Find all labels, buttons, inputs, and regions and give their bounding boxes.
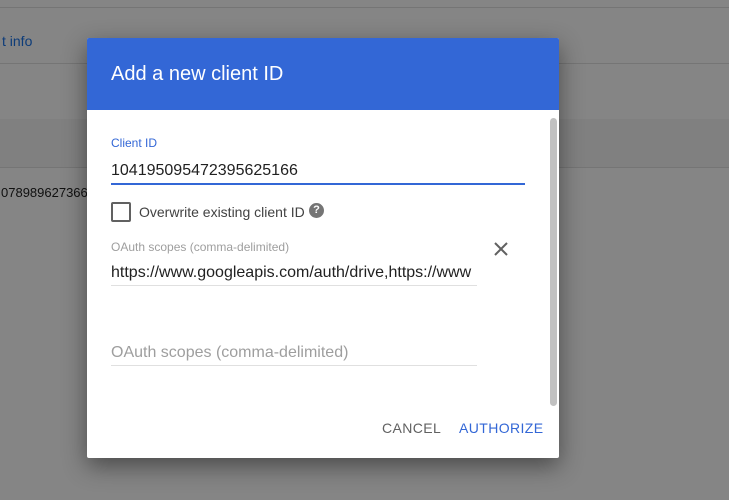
authorize-button[interactable]: AUTHORIZE (459, 420, 544, 436)
help-icon[interactable]: ? (309, 203, 324, 218)
client-id-label: Client ID (111, 136, 158, 150)
overwrite-checkbox[interactable] (111, 202, 131, 222)
oauth-scopes-label: OAuth scopes (comma-delimited) (111, 240, 290, 254)
add-client-id-dialog: Add a new client ID Client ID Overwrite … (87, 38, 559, 458)
cancel-button[interactable]: CANCEL (382, 420, 441, 436)
dialog-title: Add a new client ID (111, 63, 284, 85)
dialog-header: Add a new client ID (87, 38, 559, 110)
close-icon[interactable] (491, 239, 511, 259)
dialog-scrollbar-thumb[interactable] (550, 118, 557, 406)
oauth-scopes-input[interactable] (111, 261, 477, 286)
client-id-input[interactable] (111, 159, 525, 185)
overwrite-checkbox-label[interactable]: Overwrite existing client ID (139, 204, 305, 220)
new-oauth-scopes-input[interactable] (111, 341, 477, 366)
